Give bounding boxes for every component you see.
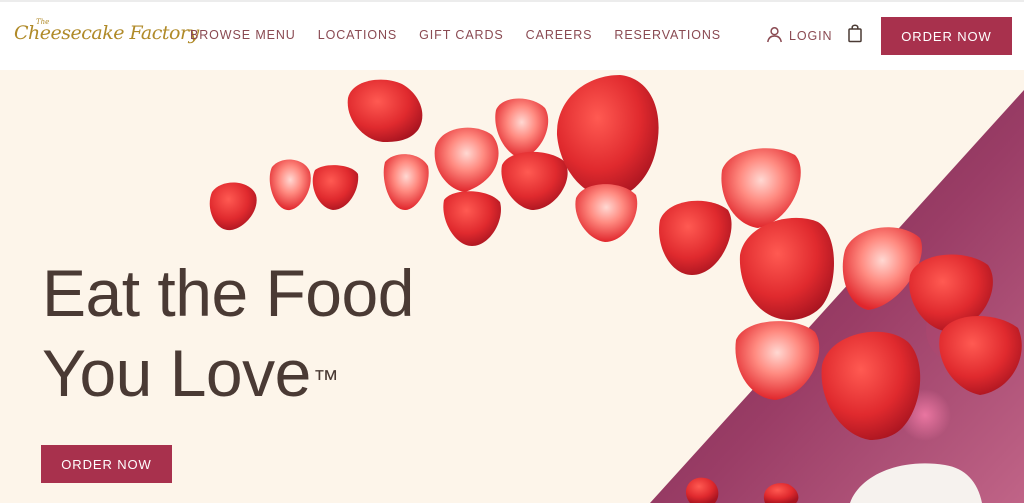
order-now-button-header[interactable]: ORDER NOW: [881, 17, 1012, 55]
headline-line-2: You Love: [42, 336, 311, 410]
nav-browse-menu[interactable]: BROWSE MENU: [190, 28, 296, 42]
hero-banner: Eat the Food You Love™ ORDER NOW: [0, 70, 1024, 503]
page: The Cheesecake Factory BROWSE MENU LOCAT…: [0, 0, 1024, 503]
hero-headline: Eat the Food You Love™: [42, 253, 414, 413]
main-nav: BROWSE MENU LOCATIONS GIFT CARDS CAREERS…: [190, 28, 743, 42]
shopping-bag-icon: [847, 24, 863, 47]
nav-locations[interactable]: LOCATIONS: [318, 28, 397, 42]
nav-reservations[interactable]: RESERVATIONS: [614, 28, 721, 42]
cart-button[interactable]: [847, 24, 863, 48]
login-label: LOGIN: [789, 29, 833, 43]
nav-gift-cards[interactable]: GIFT CARDS: [419, 28, 503, 42]
site-header: The Cheesecake Factory BROWSE MENU LOCAT…: [0, 0, 1024, 70]
cheesecake-factory-logo[interactable]: The Cheesecake Factory: [14, 18, 199, 48]
logo-the: The: [36, 18, 50, 26]
headline-line-1: Eat the Food: [42, 256, 414, 330]
nav-careers[interactable]: CAREERS: [526, 28, 593, 42]
login-link[interactable]: LOGIN: [766, 26, 832, 46]
order-now-button-hero[interactable]: ORDER NOW: [41, 445, 172, 483]
user-icon: [766, 26, 783, 46]
trademark-symbol: ™: [312, 364, 339, 394]
